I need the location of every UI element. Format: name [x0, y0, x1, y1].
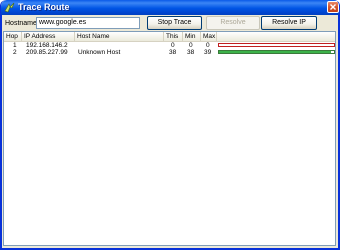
max-cell: 39 — [204, 49, 212, 56]
hostname-label: Hostname: — [5, 20, 39, 27]
column-header-this[interactable]: This — [164, 32, 183, 41]
resolve-ip-button[interactable]: Resolve IP — [261, 16, 317, 30]
this-cell: 0 — [171, 42, 175, 49]
column-header-hop[interactable]: Hop — [4, 32, 22, 41]
latency-bar — [218, 50, 335, 54]
min-cell: 38 — [187, 49, 195, 56]
list-header: Hop IP Address Host Name This Min Max — [4, 32, 335, 42]
trace-route-window: Trace Route Hostname: www.google.es Stop… — [0, 0, 340, 250]
hop-cell: 1 — [13, 42, 17, 49]
column-header-host-name[interactable]: Host Name — [75, 32, 164, 41]
trace-results-list[interactable]: Hop IP Address Host Name This Min Max 1 … — [3, 31, 336, 246]
min-cell: 0 — [189, 42, 193, 49]
hop-cell: 2 — [13, 49, 17, 56]
this-cell: 38 — [169, 49, 177, 56]
arrow-icon — [4, 2, 15, 13]
column-header-graph — [217, 32, 335, 41]
column-header-ip-address[interactable]: IP Address — [22, 32, 75, 41]
hostname-input[interactable]: www.google.es — [36, 17, 140, 29]
latency-bar-fill — [219, 51, 331, 53]
host-name-cell: Unknown Host — [78, 49, 121, 56]
title-bar[interactable]: Trace Route — [1, 0, 339, 15]
max-cell: 0 — [206, 42, 210, 49]
window-title: Trace Route — [18, 2, 70, 12]
column-header-max[interactable]: Max — [201, 32, 217, 41]
ip-address-cell: 209.85.227.99 — [26, 49, 68, 56]
stop-trace-button[interactable]: Stop Trace — [147, 16, 202, 30]
resolve-hostname-button[interactable]: Resolve Hostname — [206, 16, 260, 38]
column-header-min[interactable]: Min — [183, 32, 201, 41]
latency-bar — [218, 43, 335, 47]
close-icon — [330, 4, 336, 10]
ip-address-cell: 192.168.146.2 — [26, 42, 68, 49]
close-button[interactable] — [327, 1, 339, 13]
